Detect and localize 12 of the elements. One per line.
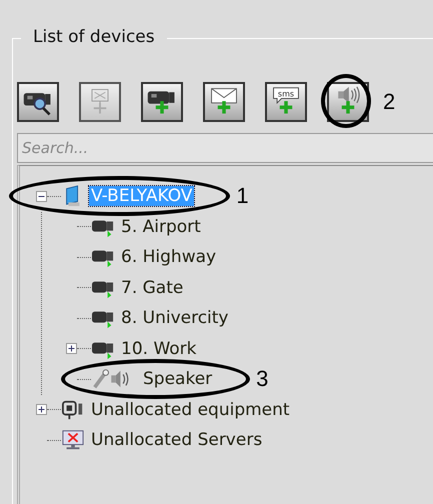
callout-number: 1: [236, 183, 249, 210]
tree-item[interactable]: 8. Univercity: [119, 308, 230, 328]
tree-item[interactable]: Speaker: [141, 369, 214, 390]
tree-item[interactable]: Unallocated equipment: [89, 400, 292, 420]
tree-item[interactable]: 6. Highway: [119, 247, 218, 268]
tree-item[interactable]: Unallocated Servers: [89, 430, 264, 450]
callout-number: 3: [256, 366, 268, 392]
callout-number: 2: [383, 89, 396, 115]
tree-item[interactable]: 5. Airport: [119, 216, 203, 237]
tree-item[interactable]: 7. Gate: [119, 278, 186, 298]
tree-item[interactable]: 10. Work: [119, 338, 198, 359]
search-field[interactable]: Search...: [17, 133, 433, 163]
